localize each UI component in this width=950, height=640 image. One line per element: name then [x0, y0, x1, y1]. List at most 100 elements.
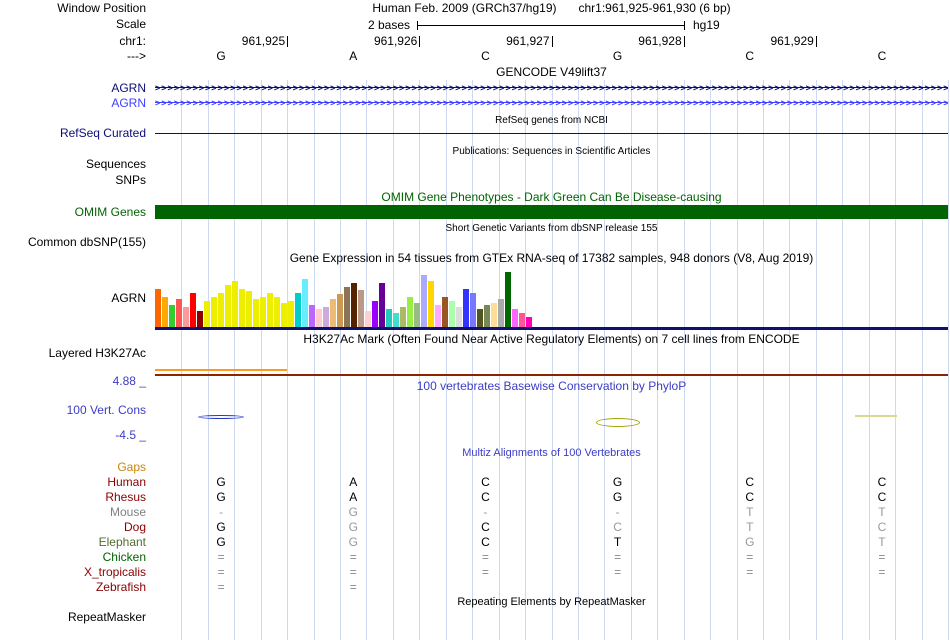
multiz-cell-elephant[interactable]: G — [730, 535, 770, 550]
gtex-baseline[interactable] — [155, 327, 948, 330]
gene-line-agrn-1[interactable]: >>>>>>>>>>>>>>>>>>>>>>>>>>>>>>>>>>>>>>>>… — [155, 83, 948, 93]
multiz-cell-human[interactable]: C — [730, 475, 770, 490]
multiz-label-elephant[interactable]: Elephant — [0, 535, 150, 550]
gtex-bar[interactable] — [470, 293, 476, 327]
multiz-cell-x_tropicalis[interactable]: = — [465, 565, 505, 580]
gtex-bar[interactable] — [260, 297, 266, 327]
track-label-phylop[interactable]: 100 Vert. Cons — [0, 404, 150, 417]
gtex-bar[interactable] — [162, 297, 168, 327]
multiz-cell-dog[interactable]: C — [465, 520, 505, 535]
multiz-cell-chicken[interactable]: = — [333, 550, 373, 565]
track-label-refseq-curated[interactable]: RefSeq Curated — [0, 127, 150, 140]
gtex-bar[interactable] — [337, 294, 343, 327]
multiz-cell-dog[interactable]: G — [201, 520, 241, 535]
track-label-gtex-agrn[interactable]: AGRN — [0, 292, 150, 305]
gtex-bar[interactable] — [155, 289, 161, 327]
gtex-bar[interactable] — [449, 301, 455, 327]
phylop-mark-3[interactable] — [855, 415, 897, 417]
multiz-cell-dog[interactable]: C — [862, 520, 902, 535]
multiz-cell-mouse[interactable]: T — [862, 505, 902, 520]
multiz-cell-x_tropicalis[interactable]: = — [598, 565, 638, 580]
gtex-bar[interactable] — [183, 307, 189, 327]
multiz-label-x_tropicalis[interactable]: X_tropicalis — [0, 565, 150, 580]
gtex-bar[interactable] — [218, 293, 224, 327]
gtex-bar[interactable] — [463, 289, 469, 327]
multiz-label-rhesus[interactable]: Rhesus — [0, 490, 150, 505]
gtex-bar[interactable] — [498, 299, 504, 327]
gtex-bar[interactable] — [428, 281, 434, 327]
multiz-cell-human[interactable]: C — [862, 475, 902, 490]
gtex-bar[interactable] — [176, 299, 182, 327]
multiz-cell-chicken[interactable]: = — [201, 550, 241, 565]
gtex-bar[interactable] — [246, 291, 252, 327]
gtex-bar[interactable] — [316, 309, 322, 327]
gtex-bar[interactable] — [204, 301, 210, 327]
multiz-cell-zebrafish[interactable]: = — [201, 580, 241, 595]
multiz-cell-human[interactable]: G — [598, 475, 638, 490]
multiz-cell-chicken[interactable]: = — [730, 550, 770, 565]
multiz-cell-chicken[interactable]: = — [862, 550, 902, 565]
multiz-cell-human[interactable]: C — [465, 475, 505, 490]
gtex-bar[interactable] — [169, 305, 175, 327]
multiz-cell-dog[interactable]: C — [598, 520, 638, 535]
gtex-bar[interactable] — [309, 305, 315, 327]
multiz-cell-x_tropicalis[interactable]: = — [201, 565, 241, 580]
gtex-bar[interactable] — [484, 305, 490, 327]
gtex-bar[interactable] — [197, 311, 203, 327]
track-label-h3k27ac[interactable]: Layered H3K27Ac — [0, 347, 150, 360]
gene-label-agrn-2[interactable]: AGRN — [0, 97, 150, 110]
multiz-cell-rhesus[interactable]: A — [333, 490, 373, 505]
multiz-label-dog[interactable]: Dog — [0, 520, 150, 535]
gtex-bar[interactable] — [330, 299, 336, 327]
multiz-label-human[interactable]: Human — [0, 475, 150, 490]
refseq-gene-line[interactable] — [155, 133, 948, 134]
track-label-snps[interactable]: SNPs — [0, 174, 150, 187]
gtex-bar[interactable] — [281, 303, 287, 327]
omim-gene-bar[interactable] — [155, 205, 948, 219]
gtex-bar[interactable] — [400, 307, 406, 327]
h3k27ac-signal-orange[interactable] — [155, 369, 287, 371]
phylop-mark-1[interactable] — [198, 415, 244, 419]
gtex-bar[interactable] — [323, 307, 329, 327]
track-label-dbsnp[interactable]: Common dbSNP(155) — [0, 236, 150, 249]
gtex-bar[interactable] — [442, 297, 448, 327]
multiz-cell-human[interactable]: A — [333, 475, 373, 490]
gtex-bar[interactable] — [211, 297, 217, 327]
multiz-label-zebrafish[interactable]: Zebrafish — [0, 580, 150, 595]
gtex-bar[interactable] — [358, 290, 364, 327]
multiz-cell-elephant[interactable]: G — [201, 535, 241, 550]
gtex-bar[interactable] — [477, 309, 483, 327]
multiz-cell-mouse[interactable]: - — [201, 505, 241, 520]
gtex-bar[interactable] — [519, 313, 525, 327]
gtex-bar[interactable] — [351, 283, 357, 327]
gtex-bar[interactable] — [365, 311, 371, 327]
multiz-cell-elephant[interactable]: G — [333, 535, 373, 550]
multiz-cell-x_tropicalis[interactable]: = — [730, 565, 770, 580]
gene-label-agrn-1[interactable]: AGRN — [0, 82, 150, 95]
gtex-bar[interactable] — [225, 285, 231, 327]
multiz-cell-elephant[interactable]: T — [598, 535, 638, 550]
gtex-bar[interactable] — [288, 301, 294, 327]
gtex-bar-chart[interactable] — [155, 272, 948, 327]
multiz-cell-mouse[interactable]: G — [333, 505, 373, 520]
multiz-cell-mouse[interactable]: T — [730, 505, 770, 520]
gtex-bar[interactable] — [505, 272, 511, 327]
multiz-cell-rhesus[interactable]: G — [598, 490, 638, 505]
gtex-bar[interactable] — [232, 281, 238, 327]
gtex-bar[interactable] — [253, 299, 259, 327]
gtex-bar[interactable] — [190, 293, 196, 327]
gtex-bar[interactable] — [386, 309, 392, 327]
multiz-cell-rhesus[interactable]: G — [201, 490, 241, 505]
multiz-label-chicken[interactable]: Chicken — [0, 550, 150, 565]
gtex-bar[interactable] — [379, 283, 385, 327]
gtex-bar[interactable] — [407, 297, 413, 327]
gene-line-agrn-2[interactable]: >>>>>>>>>>>>>>>>>>>>>>>>>>>>>>>>>>>>>>>>… — [155, 98, 948, 108]
h3k27ac-signal-dark[interactable] — [155, 374, 948, 376]
gtex-bar[interactable] — [274, 297, 280, 327]
multiz-cell-chicken[interactable]: = — [598, 550, 638, 565]
multiz-cell-elephant[interactable]: C — [465, 535, 505, 550]
multiz-cell-mouse[interactable]: - — [598, 505, 638, 520]
gtex-bar[interactable] — [414, 303, 420, 327]
gtex-bar[interactable] — [267, 293, 273, 327]
gtex-bar[interactable] — [512, 309, 518, 327]
